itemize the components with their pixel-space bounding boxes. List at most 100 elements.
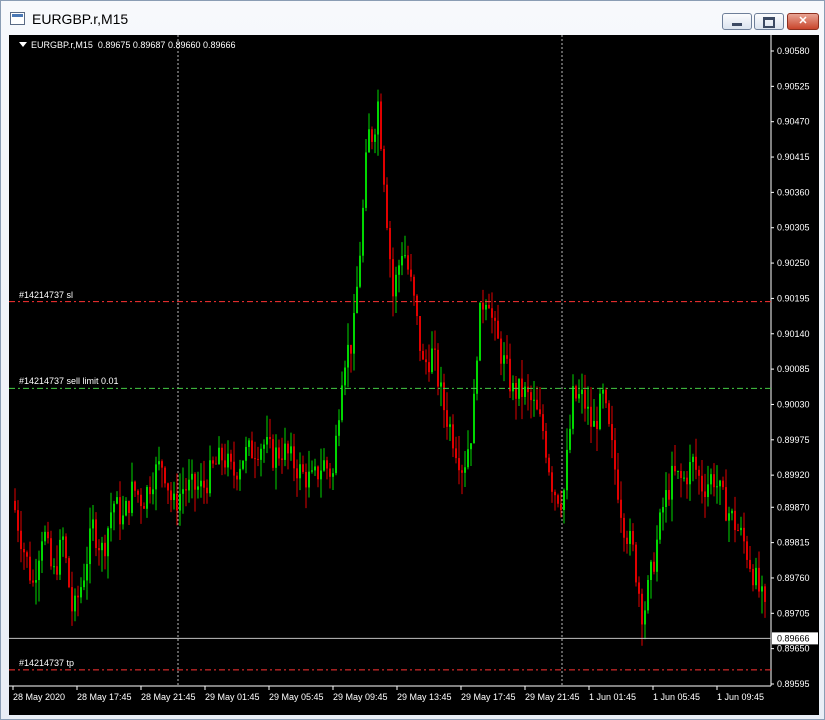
candle-body [140,494,142,507]
candle-body [416,295,418,317]
y-tick-label: 0.90525 [777,81,810,91]
candle-body [263,444,265,449]
candle-body [434,348,436,350]
y-tick-label: 0.89595 [777,679,810,689]
candle-body [695,456,697,470]
candle-body [119,497,121,525]
candle-body [74,595,76,612]
chart-canvas[interactable]: 0.90580 0.90525 0.90470 0.90415 0.90360 0.903… [9,35,819,715]
candle-body [671,465,673,500]
candle-body [509,358,511,392]
candle-body [359,255,361,287]
x-tick-label: 29 May 05:45 [269,692,324,702]
maximize-button[interactable] [754,13,784,30]
candle-body [455,448,457,459]
candle-body [122,515,124,525]
candle-body [680,470,682,478]
candle-body [65,536,67,559]
candle-body [335,435,337,474]
candle-body [143,506,145,509]
candle-body [515,383,517,399]
candle-body [200,480,202,487]
candle-body [410,269,412,277]
candle-body [566,449,568,491]
candle-body [761,586,763,592]
candle-body [104,542,106,557]
y-tick-label: 0.89760 [777,573,810,583]
close-icon: ✕ [798,15,808,27]
sell-limit-label: #14214737 sell limit 0.01 [19,376,119,387]
title-bar[interactable]: EURGBP.r,M15 ✕ [1,1,824,35]
y-tick-label: 0.90470 [777,117,810,127]
candle-body [284,443,286,460]
candle-body [542,414,544,432]
candle-body [224,460,226,468]
candle-body [347,344,349,368]
candle-body [389,228,391,260]
candle-body [506,355,508,359]
candle-body [590,406,592,427]
candle-body [488,304,490,309]
candle-body [665,490,667,507]
price-chart[interactable]: 0.90580 0.90525 0.90470 0.90415 0.90360 0.903… [9,35,819,715]
candle-body [569,428,571,450]
candle-body [704,491,706,498]
candle-body [419,316,421,351]
candle-body [551,472,553,492]
candle-body [407,255,409,270]
candle-body [155,464,157,490]
candle-body [494,317,496,321]
y-tick-label: 0.89650 [777,644,810,654]
candle-body [158,461,160,465]
candle-body [536,399,538,410]
candle-body [191,473,193,480]
candle-body [659,512,661,540]
dropdown-triangle-icon[interactable] [19,42,27,47]
candle-body [722,480,724,488]
candle-body [62,536,64,540]
candle-body [308,471,310,488]
minimize-button[interactable] [722,13,752,30]
candle-body [596,420,598,429]
candle-body [296,468,298,479]
candle-body [110,512,112,529]
candle-body [641,593,643,625]
candle-body [617,469,619,500]
x-tick-label: 1 Jun 09:45 [717,692,764,702]
candle-body [362,207,364,256]
candle-body [176,493,178,511]
candle-body [755,567,757,586]
x-tick-label: 29 May 13:45 [397,692,452,702]
candle-body [686,477,688,485]
candle-body [287,443,289,454]
candle-body [212,460,214,464]
y-tick-label: 0.89920 [777,470,810,480]
candle-body [377,101,379,135]
candle-body [260,448,262,460]
candle-body [764,586,766,602]
candle-body [743,527,745,542]
candle-body [98,548,100,551]
candle-body [629,531,631,544]
candle-body [656,539,658,572]
candle-body [194,473,196,490]
chart-window: EURGBP.r,M15 ✕ 0.90580 0.90525 0.90470 0.90… [0,0,825,720]
y-tick-label: 0.90580 [777,46,810,56]
candle-body [620,499,622,518]
x-tick-label: 29 May 17:45 [461,692,516,702]
candle-body [272,439,274,468]
candle-body [275,447,277,468]
x-tick-label: 29 May 09:45 [333,692,388,702]
close-button[interactable]: ✕ [787,13,819,30]
candle-body [446,410,448,427]
candle-body [317,466,319,480]
candle-body [689,462,691,485]
candle-body [758,567,760,592]
candle-body [734,510,736,531]
candle-body [71,587,73,612]
candle-body [584,389,586,409]
candle-body [503,355,505,364]
candle-body [23,549,25,553]
candle-body [173,493,175,501]
candle-body [701,475,703,492]
